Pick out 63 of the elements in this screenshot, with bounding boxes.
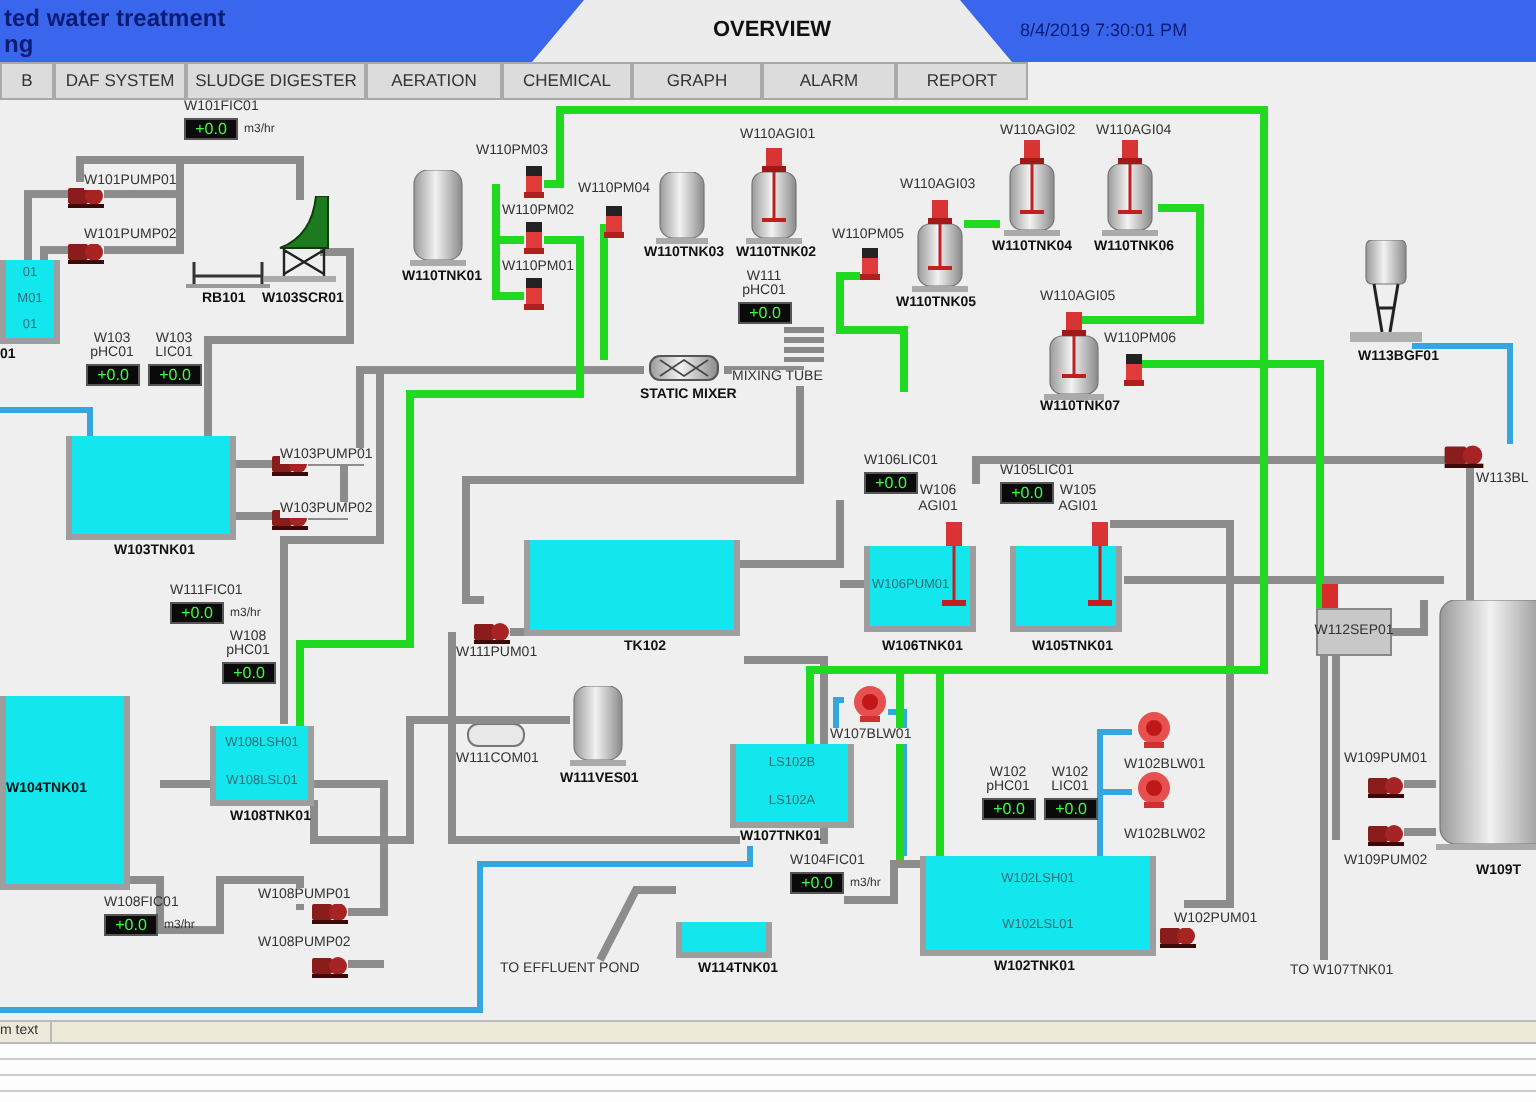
vessel-drawing [570, 686, 626, 766]
value-display: +0.0 [86, 364, 140, 386]
metering-pump-icon[interactable] [1124, 354, 1144, 386]
nav-tab[interactable]: ALARM [762, 62, 896, 100]
vessel-drawing [656, 172, 708, 244]
pump-icon[interactable] [1444, 440, 1484, 468]
nav-tab[interactable]: DAF SYSTEM [54, 62, 186, 100]
pump-icon[interactable] [474, 618, 510, 644]
nav-tab[interactable]: AERATION [366, 62, 502, 100]
static-mixer-drawing [644, 354, 724, 382]
value-display: +0.0 [222, 662, 276, 684]
rack-drawing [186, 260, 270, 288]
pump-icon[interactable] [312, 952, 348, 978]
value-display: +0.0 [148, 364, 202, 386]
motor-icon [1322, 584, 1338, 608]
nav-tab[interactable]: CHEMICAL [502, 62, 632, 100]
mixing-tube-drawing [784, 326, 828, 362]
agitated-tank-drawing [1044, 312, 1104, 400]
pump-icon[interactable] [1368, 820, 1404, 846]
app-title: ted water treatment [4, 5, 228, 31]
value-display: +0.0 [104, 914, 158, 936]
nav-tab[interactable]: B [0, 62, 54, 100]
value-display: +0.0 [864, 472, 918, 494]
pipe [0, 407, 93, 436]
tank [1010, 546, 1122, 632]
pipe [236, 460, 272, 468]
metering-pump-icon[interactable] [604, 206, 624, 238]
tank [676, 922, 772, 958]
pump-icon[interactable] [312, 898, 348, 924]
agitated-tank-drawing [912, 200, 968, 292]
pump-icon[interactable] [68, 238, 104, 264]
metering-pump-icon[interactable] [860, 248, 880, 280]
agitator-drawing [1088, 522, 1112, 612]
elevated-tank-drawing [1350, 240, 1422, 344]
screen-title: OVERVIEW [712, 16, 832, 47]
value-display: +0.0 [1044, 798, 1098, 820]
app-subtitle: ng [4, 31, 36, 57]
nav-tab[interactable]: GRAPH [632, 62, 762, 100]
value-display: +0.0 [790, 872, 844, 894]
agitated-tank-drawing [1102, 140, 1158, 236]
agitated-tank-drawing [1004, 140, 1060, 236]
value-display: +0.0 [982, 798, 1036, 820]
compressor-drawing [466, 724, 526, 748]
agitated-tank-drawing [746, 148, 802, 244]
screen-drawing [264, 196, 336, 288]
metering-pump-icon[interactable] [524, 166, 544, 198]
vessel-drawing [410, 170, 466, 266]
nav-tab[interactable]: SLUDGE DIGESTER [186, 62, 366, 100]
nav-tab[interactable]: REPORT [896, 62, 1028, 100]
pipe [236, 512, 272, 520]
date-time: 8/4/2019 7:30:01 PM [1020, 17, 1188, 44]
value-display: +0.0 [738, 302, 792, 324]
blower-icon[interactable] [1136, 772, 1172, 808]
metering-pump-icon[interactable] [524, 278, 544, 310]
pump-icon[interactable] [68, 182, 104, 208]
blower-icon[interactable] [852, 686, 888, 722]
value-display: +0.0 [184, 118, 238, 140]
metering-pump-icon[interactable] [524, 222, 544, 254]
pump-icon[interactable] [1368, 772, 1404, 798]
blower-icon[interactable] [1136, 712, 1172, 748]
value-display: +0.0 [1000, 482, 1054, 504]
value-display: +0.0 [170, 602, 224, 624]
pump-icon[interactable] [1160, 922, 1196, 948]
